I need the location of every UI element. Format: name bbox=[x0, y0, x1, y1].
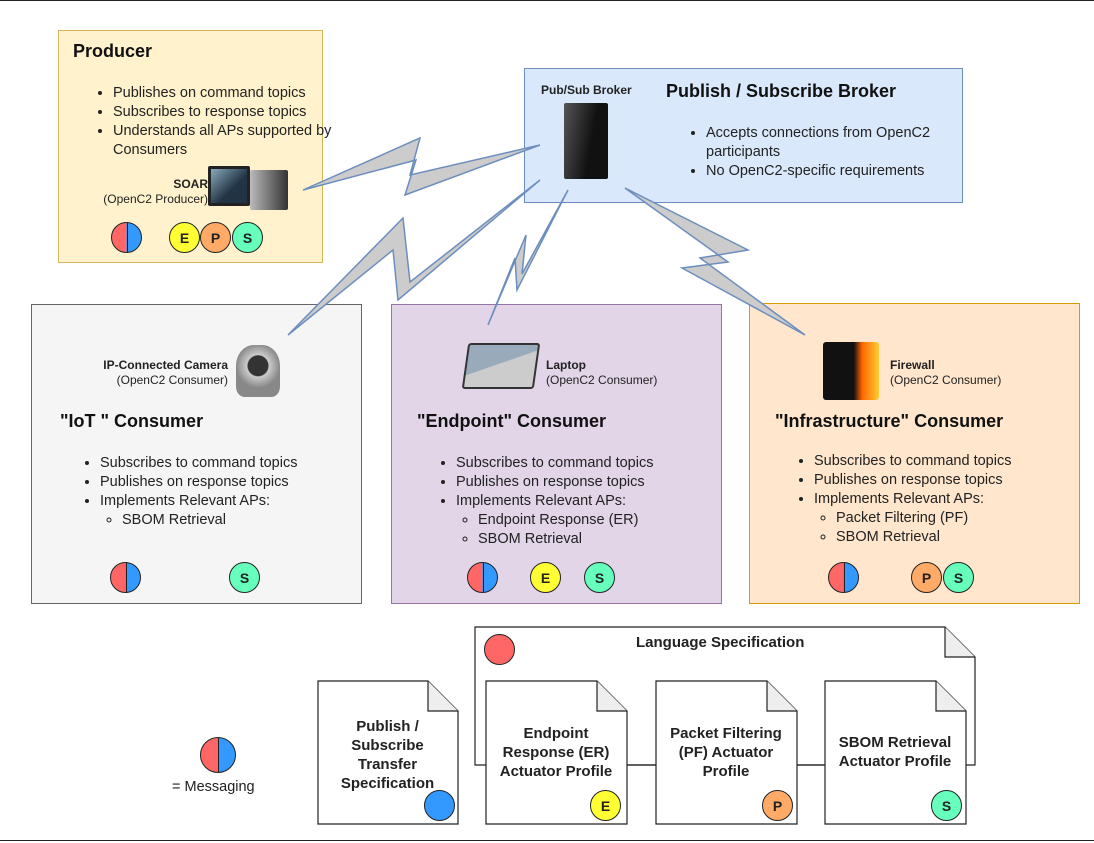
transfer-spec-label: Publish / Subscribe Transfer Specificati… bbox=[340, 718, 435, 792]
transfer-spec-badge bbox=[424, 790, 455, 821]
link-iot-broker bbox=[287, 179, 541, 336]
link-endpoint-broker bbox=[487, 189, 569, 326]
link-infra-broker bbox=[624, 187, 806, 336]
sbom-profile-label: SBOM Retrieval Actuator Profile bbox=[838, 734, 952, 770]
er-profile-label: Endpoint Response (ER) Actuator Profile bbox=[499, 724, 613, 780]
messaging-legend-badge bbox=[200, 737, 236, 773]
language-spec-title: Language Specification bbox=[636, 634, 805, 651]
badge-p: P bbox=[762, 790, 793, 821]
link-producer-broker bbox=[302, 136, 541, 197]
messaging-legend-label: = Messaging bbox=[172, 779, 255, 795]
badge-s: S bbox=[931, 790, 962, 821]
language-spec-badge bbox=[484, 634, 515, 665]
pf-profile-label: Packet Filtering (PF) Actuator Profile bbox=[670, 724, 782, 780]
badge-e: E bbox=[590, 790, 621, 821]
